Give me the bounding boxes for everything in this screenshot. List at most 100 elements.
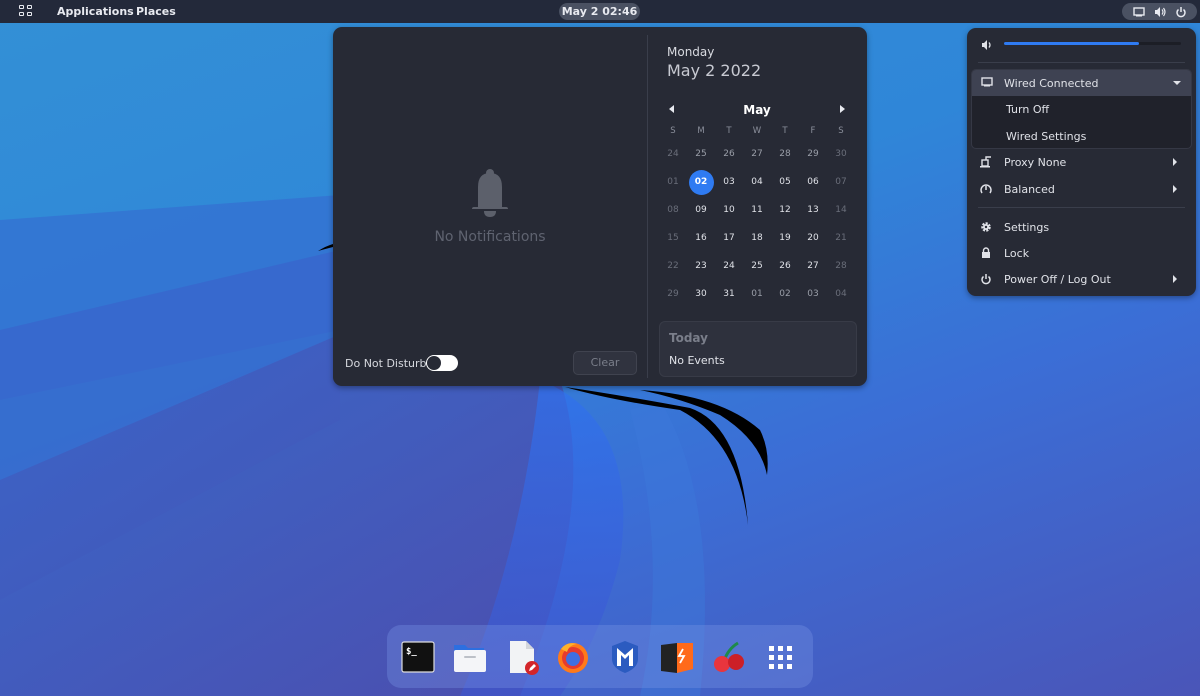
calendar-day-selected[interactable]: 02 <box>687 169 715 195</box>
settings-item[interactable]: Settings <box>967 215 1196 239</box>
clock-button[interactable]: May 2 02:46 <box>559 3 640 20</box>
calendar-day-number: 03 <box>807 289 819 299</box>
wired-connected-item[interactable]: Wired Connected <box>972 70 1191 96</box>
calendar-day[interactable]: 08 <box>659 205 687 215</box>
calendar-day-number: 02 <box>779 289 791 299</box>
text-editor-icon[interactable] <box>503 639 539 675</box>
calendar-day[interactable]: 03 <box>799 289 827 299</box>
do-not-disturb-label: Do Not Disturb <box>345 357 427 370</box>
calendar-day[interactable]: 24 <box>659 149 687 159</box>
calendar-day[interactable]: 04 <box>743 177 771 187</box>
chevron-right-icon <box>1173 158 1177 166</box>
calendar-day[interactable]: 15 <box>659 233 687 243</box>
calendar-day[interactable]: 13 <box>799 205 827 215</box>
show-applications-icon[interactable] <box>762 639 798 675</box>
do-not-disturb-toggle[interactable] <box>426 355 458 371</box>
cherrytree-icon[interactable] <box>711 639 747 675</box>
files-icon[interactable] <box>451 639 487 675</box>
full-date-label[interactable]: May 2 2022 <box>667 61 761 80</box>
calendar-day-number: 21 <box>835 233 847 243</box>
calendar-day[interactable]: 30 <box>687 289 715 299</box>
proxy-item[interactable]: Proxy None <box>967 150 1196 174</box>
calendar-week-row: 01 02 03 04 05 06 07 <box>659 168 855 196</box>
calendar-day[interactable]: 06 <box>799 177 827 187</box>
calendar-day[interactable]: 05 <box>771 177 799 187</box>
places-menu[interactable]: Places <box>136 5 176 18</box>
calendar-day[interactable]: 01 <box>743 289 771 299</box>
next-month-icon[interactable] <box>840 105 845 113</box>
calendar-day-number: 15 <box>667 233 679 243</box>
calendar-week-row: 29 30 31 01 02 03 04 <box>659 280 855 308</box>
calendar-day[interactable]: 26 <box>715 149 743 159</box>
metasploit-icon[interactable] <box>607 639 643 675</box>
weekday-header: S <box>670 126 676 136</box>
system-status-menu[interactable] <box>1122 3 1197 20</box>
app-grid-icon[interactable] <box>19 5 33 18</box>
calendar-day[interactable]: 12 <box>771 205 799 215</box>
calendar-day-number: 04 <box>835 289 847 299</box>
power-off-item[interactable]: Power Off / Log Out <box>967 267 1196 291</box>
calendar-day-number: 23 <box>695 261 707 271</box>
calendar-day[interactable]: 31 <box>715 289 743 299</box>
calendar-day-number: 18 <box>751 233 763 243</box>
burp-suite-icon[interactable] <box>659 639 695 675</box>
calendar-day-number: 27 <box>751 149 763 159</box>
calendar-day-number: 04 <box>751 177 763 187</box>
calendar-week-row: 08 09 10 11 12 13 14 <box>659 196 855 224</box>
date-menu-panel: No Notifications Do Not Disturb Clear Mo… <box>333 27 867 386</box>
applications-menu[interactable]: Applications <box>57 5 134 18</box>
top-bar: Applications Places May 2 02:46 <box>0 0 1200 23</box>
power-profile-item[interactable]: Balanced <box>967 177 1196 201</box>
calendar-day[interactable]: 24 <box>715 261 743 271</box>
calendar-day[interactable]: 16 <box>687 233 715 243</box>
weekday-header: T <box>726 126 732 136</box>
calendar-day[interactable]: 10 <box>715 205 743 215</box>
calendar-day-number: 07 <box>835 177 847 187</box>
calendar-day-number: 30 <box>695 289 707 299</box>
calendar-day[interactable]: 09 <box>687 205 715 215</box>
calendar-day[interactable]: 21 <box>827 233 855 243</box>
calendar-day[interactable]: 20 <box>799 233 827 243</box>
calendar-day[interactable]: 17 <box>715 233 743 243</box>
calendar-day[interactable]: 02 <box>771 289 799 299</box>
power-off-label: Power Off / Log Out <box>1004 273 1111 286</box>
calendar-day[interactable]: 01 <box>659 177 687 187</box>
events-section[interactable]: Today No Events <box>659 321 857 377</box>
calendar-day[interactable]: 03 <box>715 177 743 187</box>
calendar-day[interactable]: 30 <box>827 149 855 159</box>
power-profile-label: Balanced <box>1004 183 1055 196</box>
calendar-day[interactable]: 28 <box>827 261 855 271</box>
calendar-day[interactable]: 27 <box>743 149 771 159</box>
lock-item[interactable]: Lock <box>967 241 1196 265</box>
calendar-day[interactable]: 29 <box>659 289 687 299</box>
wired-settings-item[interactable]: Wired Settings <box>1006 130 1086 143</box>
calendar-day[interactable]: 19 <box>771 233 799 243</box>
calendar-day[interactable]: 22 <box>659 261 687 271</box>
month-label: May <box>743 103 771 117</box>
calendar-day[interactable]: 07 <box>827 177 855 187</box>
calendar-day[interactable]: 25 <box>687 149 715 159</box>
clear-notifications-button[interactable]: Clear <box>573 351 637 375</box>
calendar-week-row: 24 25 26 27 28 29 30 <box>659 140 855 168</box>
calendar-day[interactable]: 29 <box>799 149 827 159</box>
weekday-header: F <box>810 126 816 136</box>
calendar-day[interactable]: 18 <box>743 233 771 243</box>
calendar-day[interactable]: 11 <box>743 205 771 215</box>
calendar-day[interactable]: 25 <box>743 261 771 271</box>
terminal-icon[interactable]: $_ <box>400 639 436 675</box>
calendar-day[interactable]: 28 <box>771 149 799 159</box>
volume-slider[interactable] <box>1004 42 1181 45</box>
calendar-day-number: 31 <box>723 289 735 299</box>
dock: $_ <box>387 625 813 688</box>
calendar-day[interactable]: 27 <box>799 261 827 271</box>
calendar-day-number: 10 <box>723 205 735 215</box>
firefox-icon[interactable] <box>555 639 591 675</box>
calendar-day[interactable]: 23 <box>687 261 715 271</box>
calendar-day-number: 11 <box>751 205 763 215</box>
turn-off-item[interactable]: Turn Off <box>1006 103 1049 116</box>
calendar-day[interactable]: 14 <box>827 205 855 215</box>
calendar-day[interactable]: 26 <box>771 261 799 271</box>
network-wired-icon <box>1132 6 1145 16</box>
calendar-day-number: 08 <box>667 205 679 215</box>
calendar-day[interactable]: 04 <box>827 289 855 299</box>
